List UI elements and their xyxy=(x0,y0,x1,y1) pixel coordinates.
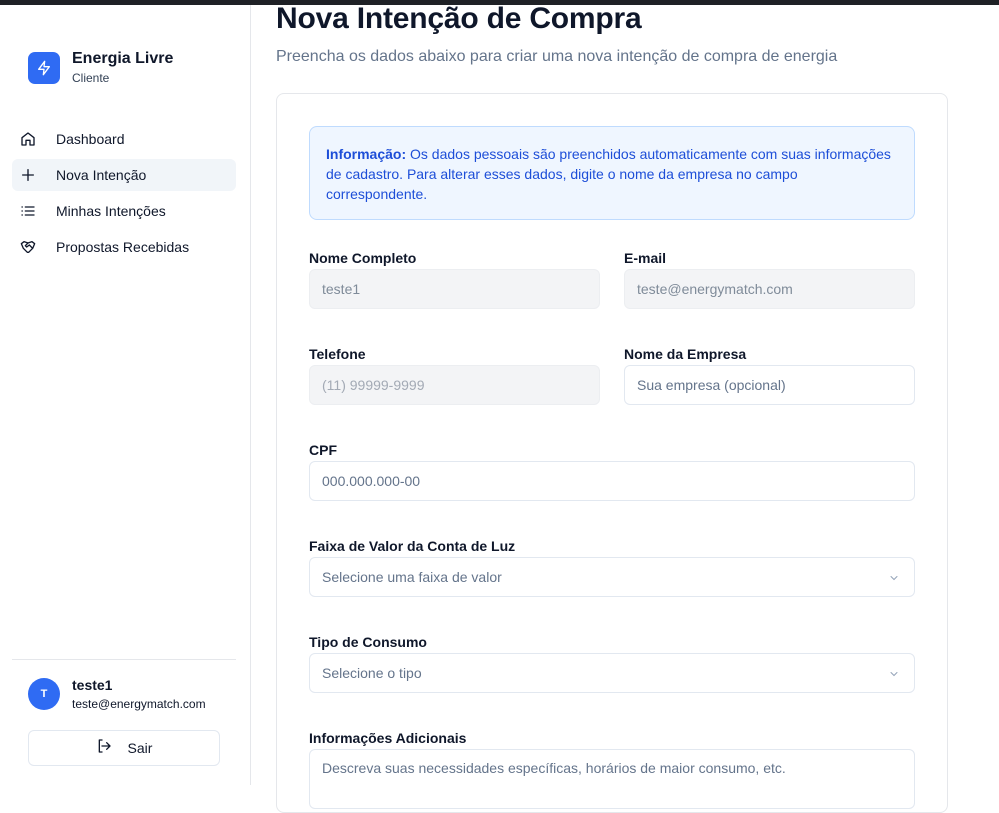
faixa-label: Faixa de Valor da Conta de Luz xyxy=(309,538,516,554)
page-subtitle: Preencha os dados abaixo para criar uma … xyxy=(276,48,838,65)
list-icon xyxy=(20,203,36,219)
sidebar-item-label: Propostas Recebidas xyxy=(56,239,190,255)
info-alert-text: Os dados pessoais são preenchidos automa… xyxy=(326,146,891,202)
telefone-field: Telefone (11) 99999-9999 xyxy=(309,346,600,405)
cpf-placeholder: 000.000.000-00 xyxy=(322,473,421,489)
sidebar-item-dashboard[interactable]: Dashboard xyxy=(12,123,236,155)
cpf-input[interactable]: 000.000.000-00 xyxy=(309,461,915,501)
sidebar-item-minhas-intencoes[interactable]: Minhas Intenções xyxy=(12,195,236,227)
brand-role: Cliente xyxy=(72,71,110,85)
nome-value: teste1 xyxy=(322,281,361,297)
logout-button[interactable]: Sair xyxy=(28,730,220,766)
logout-label: Sair xyxy=(127,740,153,756)
plus-icon xyxy=(20,167,36,183)
empresa-label: Nome da Empresa xyxy=(624,346,747,362)
email-label: E-mail xyxy=(624,250,667,266)
empresa-input[interactable]: Sua empresa (opcional) xyxy=(624,365,915,405)
home-icon xyxy=(20,131,36,147)
faixa-placeholder: Selecione uma faixa de valor xyxy=(322,569,502,585)
cpf-label: CPF xyxy=(309,442,337,458)
handshake-icon xyxy=(20,239,36,255)
brand: Energia Livre Cliente xyxy=(28,49,173,86)
brand-name: Energia Livre xyxy=(72,50,174,67)
sidebar-item-label: Nova Intenção xyxy=(56,167,147,183)
cpf-field: CPF 000.000.000-00 xyxy=(309,442,915,501)
tipo-field: Tipo de Consumo Selecione o tipo xyxy=(309,634,915,693)
user-email: teste@energymatch.com xyxy=(72,697,206,711)
empresa-placeholder: Sua empresa (opcional) xyxy=(637,377,786,393)
info-alert: Informação: Os dados pessoais são preenc… xyxy=(309,126,915,220)
page-title: Nova Intenção de Compra xyxy=(276,2,642,35)
info-alert-label: Informação: xyxy=(326,146,407,162)
user-name: teste1 xyxy=(72,677,113,693)
nome-input[interactable]: teste1 xyxy=(309,269,600,309)
sidebar-item-label: Dashboard xyxy=(56,131,125,147)
info-adicionais-label: Informações Adicionais xyxy=(309,730,467,746)
info-adicionais-field: Informações Adicionais Descreva suas nec… xyxy=(309,730,915,809)
logout-icon xyxy=(96,738,112,759)
sidebar: Energia Livre Cliente Dashboard Nova Int… xyxy=(0,5,251,785)
telefone-placeholder: (11) 99999-9999 xyxy=(322,377,425,393)
chevron-down-icon xyxy=(888,667,900,683)
tipo-label: Tipo de Consumo xyxy=(309,634,427,650)
nome-field: Nome Completo teste1 xyxy=(309,250,600,309)
info-adicionais-placeholder: Descreva suas necessidades específicas, … xyxy=(322,760,786,776)
telefone-input[interactable]: (11) 99999-9999 xyxy=(309,365,600,405)
avatar: T xyxy=(28,678,60,710)
form-card: Informação: Os dados pessoais são preenc… xyxy=(276,93,948,813)
email-input[interactable]: teste@energymatch.com xyxy=(624,269,915,309)
lightning-bolt-icon xyxy=(28,51,60,84)
faixa-field: Faixa de Valor da Conta de Luz Selecione… xyxy=(309,538,915,597)
tipo-placeholder: Selecione o tipo xyxy=(322,665,422,681)
chevron-down-icon xyxy=(888,571,900,587)
sidebar-footer: T teste1 teste@energymatch.com Sair xyxy=(12,659,236,766)
sidebar-item-label: Minhas Intenções xyxy=(56,203,166,219)
email-value: teste@energymatch.com xyxy=(637,281,793,297)
nome-label: Nome Completo xyxy=(309,250,417,266)
user-profile: T teste1 teste@energymatch.com xyxy=(28,676,236,712)
sidebar-item-nova-intencao[interactable]: Nova Intenção xyxy=(12,159,236,191)
tipo-select[interactable]: Selecione o tipo xyxy=(309,653,915,693)
email-field: E-mail teste@energymatch.com xyxy=(624,250,915,309)
sidebar-nav: Dashboard Nova Intenção Minhas Intenções xyxy=(12,123,236,267)
info-adicionais-textarea[interactable]: Descreva suas necessidades específicas, … xyxy=(309,749,915,809)
sidebar-item-propostas-recebidas[interactable]: Propostas Recebidas xyxy=(12,231,236,263)
empresa-field: Nome da Empresa Sua empresa (opcional) xyxy=(624,346,915,405)
telefone-label: Telefone xyxy=(309,346,366,362)
faixa-select[interactable]: Selecione uma faixa de valor xyxy=(309,557,915,597)
